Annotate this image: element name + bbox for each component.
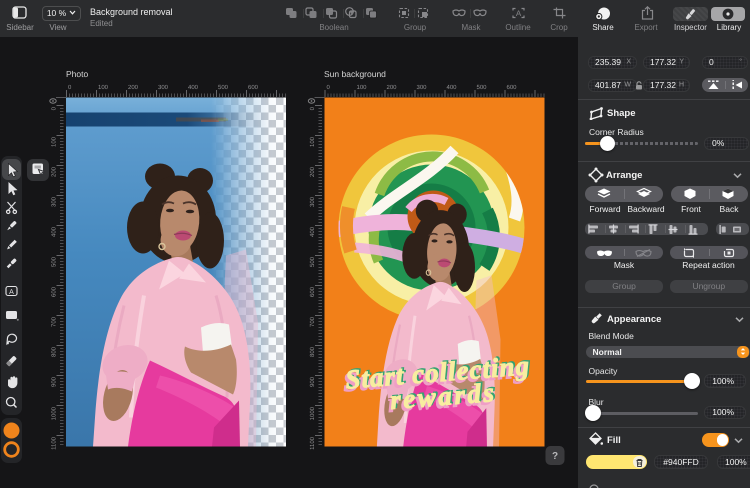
svg-text:900: 900	[309, 376, 316, 387]
svg-text:A: A	[9, 289, 14, 296]
svg-text:1000: 1000	[51, 406, 58, 420]
svg-text:700: 700	[309, 316, 316, 327]
svg-text:A: A	[516, 9, 522, 18]
svg-text:200: 200	[387, 84, 398, 91]
svg-text:600: 600	[248, 84, 259, 91]
svg-text:400: 400	[447, 84, 458, 91]
svg-text:1000: 1000	[309, 406, 316, 420]
svg-text:500: 500	[218, 84, 229, 91]
svg-text:?: ?	[552, 451, 558, 462]
svg-text:Sun background: Sun background	[324, 69, 386, 79]
svg-text:700: 700	[51, 316, 58, 327]
svg-text:500: 500	[51, 256, 58, 267]
svg-text:0: 0	[51, 106, 58, 110]
svg-text:1100: 1100	[309, 436, 316, 450]
svg-text:100: 100	[51, 136, 58, 147]
svg-text:0: 0	[309, 106, 316, 110]
svg-text:500: 500	[477, 84, 488, 91]
svg-text:100: 100	[357, 84, 368, 91]
svg-text:100: 100	[98, 84, 109, 91]
svg-text:300: 300	[417, 84, 428, 91]
svg-text:300: 300	[158, 84, 169, 91]
svg-text:400: 400	[51, 226, 58, 237]
svg-text:Photo: Photo	[66, 69, 88, 79]
svg-text:200: 200	[51, 166, 58, 177]
svg-text:400: 400	[188, 84, 199, 91]
svg-text:300: 300	[51, 196, 58, 207]
svg-text:1100: 1100	[51, 436, 58, 450]
svg-text:500: 500	[309, 256, 316, 267]
svg-text:100: 100	[309, 136, 316, 147]
svg-text:300: 300	[309, 196, 316, 207]
svg-text:800: 800	[51, 346, 58, 357]
svg-text:400: 400	[309, 226, 316, 237]
svg-text:0: 0	[327, 84, 331, 91]
svg-text:200: 200	[309, 166, 316, 177]
svg-text:600: 600	[51, 286, 58, 297]
svg-text:900: 900	[51, 376, 58, 387]
svg-text:600: 600	[507, 84, 518, 91]
svg-text:0: 0	[68, 84, 72, 91]
svg-text:600: 600	[309, 286, 316, 297]
svg-text:200: 200	[128, 84, 139, 91]
svg-text:800: 800	[309, 346, 316, 357]
